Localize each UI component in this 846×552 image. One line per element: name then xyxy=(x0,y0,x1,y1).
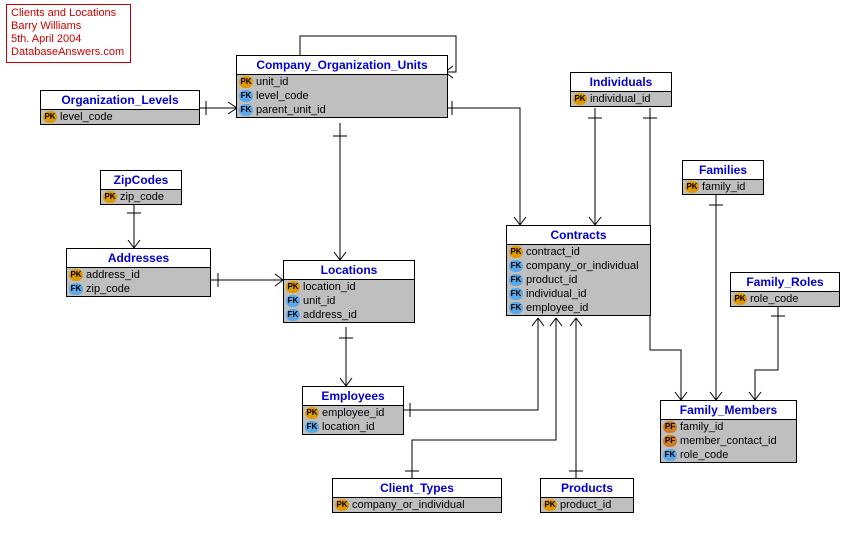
attr-name: product_id xyxy=(526,274,577,286)
meta-date: 5th. April 2004 xyxy=(11,33,124,46)
meta-site: DatabaseAnswers.com xyxy=(11,46,124,59)
pk-icon: PK xyxy=(43,111,57,123)
pf-icon: PF xyxy=(663,435,677,447)
entity-title: Organization_Levels xyxy=(41,91,199,110)
entity-title: Individuals xyxy=(571,73,671,92)
attr-row: PKlevel_code xyxy=(41,110,199,124)
entity-organization-levels: Organization_Levels PKlevel_code xyxy=(40,90,200,125)
entity-title: Company_Organization_Units xyxy=(237,56,447,75)
attr-name: address_id xyxy=(303,309,357,321)
entity-contracts: Contracts PKcontract_id FKcompany_or_ind… xyxy=(506,225,651,316)
attr-name: family_id xyxy=(702,181,745,193)
attr-name: zip_code xyxy=(86,283,130,295)
pf-icon: PF xyxy=(663,421,677,433)
entity-title: Client_Types xyxy=(333,479,501,498)
entity-title: Locations xyxy=(284,261,414,280)
fk-icon: FK xyxy=(239,90,253,102)
entity-locations: Locations PKlocation_id FKunit_id FKaddr… xyxy=(283,260,415,323)
attr-name: individual_id xyxy=(526,288,587,300)
fk-icon: FK xyxy=(286,295,300,307)
entity-families: Families PKfamily_id xyxy=(682,160,764,195)
attr-name: contract_id xyxy=(526,246,580,258)
attr-name: location_id xyxy=(303,281,356,293)
entity-family-members: Family_Members PFfamily_id PFmember_cont… xyxy=(660,400,797,463)
entity-products: Products PKproduct_id xyxy=(540,478,634,513)
attr-name: unit_id xyxy=(256,76,288,88)
attr-name: unit_id xyxy=(303,295,335,307)
pk-icon: PK xyxy=(103,191,117,203)
entity-zipcodes: ZipCodes PKzip_code xyxy=(100,170,182,205)
attr-name: individual_id xyxy=(590,93,651,105)
entity-family-roles: Family_Roles PKrole_code xyxy=(730,272,840,307)
fk-icon: FK xyxy=(509,302,523,314)
attr-name: role_code xyxy=(680,449,728,461)
fk-icon: FK xyxy=(305,421,319,433)
attr-name: location_id xyxy=(322,421,375,433)
pk-icon: PK xyxy=(733,293,747,305)
attr-name: employee_id xyxy=(322,407,384,419)
fk-icon: FK xyxy=(509,288,523,300)
entity-individuals: Individuals PKindividual_id xyxy=(570,72,672,107)
pk-icon: PK xyxy=(286,281,300,293)
pk-icon: PK xyxy=(335,499,349,511)
entity-title: ZipCodes xyxy=(101,171,181,190)
diagram-meta: Clients and Locations Barry Williams 5th… xyxy=(6,4,131,63)
entity-title: Family_Members xyxy=(661,401,796,420)
attr-name: company_or_individual xyxy=(352,499,465,511)
pk-icon: PK xyxy=(239,76,253,88)
attr-name: parent_unit_id xyxy=(256,104,326,116)
attr-name: product_id xyxy=(560,499,611,511)
fk-icon: FK xyxy=(509,274,523,286)
entity-title: Contracts xyxy=(507,226,650,245)
entity-title: Employees xyxy=(303,387,403,406)
fk-icon: FK xyxy=(69,283,83,295)
meta-title: Clients and Locations xyxy=(11,7,124,20)
pk-icon: PK xyxy=(305,407,319,419)
entity-title: Family_Roles xyxy=(731,273,839,292)
attr-name: level_code xyxy=(60,111,113,123)
entity-title: Families xyxy=(683,161,763,180)
fk-icon: FK xyxy=(239,104,253,116)
pk-icon: PK xyxy=(573,93,587,105)
pk-icon: PK xyxy=(685,181,699,193)
attr-name: employee_id xyxy=(526,302,588,314)
attr-name: role_code xyxy=(750,293,798,305)
attr-name: zip_code xyxy=(120,191,164,203)
fk-icon: FK xyxy=(663,449,677,461)
meta-author: Barry Williams xyxy=(11,20,124,33)
attr-name: company_or_individual xyxy=(526,260,639,272)
entity-client-types: Client_Types PKcompany_or_individual xyxy=(332,478,502,513)
pk-icon: PK xyxy=(543,499,557,511)
entity-title: Products xyxy=(541,479,633,498)
attr-name: address_id xyxy=(86,269,140,281)
attr-name: family_id xyxy=(680,421,723,433)
fk-icon: FK xyxy=(509,260,523,272)
entity-title: Addresses xyxy=(67,249,210,268)
entity-company-organization-units: Company_Organization_Units PKunit_id FKl… xyxy=(236,55,448,118)
entity-employees: Employees PKemployee_id FKlocation_id xyxy=(302,386,404,435)
attr-name: level_code xyxy=(256,90,309,102)
fk-icon: FK xyxy=(286,309,300,321)
pk-icon: PK xyxy=(509,246,523,258)
entity-addresses: Addresses PKaddress_id FKzip_code xyxy=(66,248,211,297)
pk-icon: PK xyxy=(69,269,83,281)
attr-name: member_contact_id xyxy=(680,435,777,447)
